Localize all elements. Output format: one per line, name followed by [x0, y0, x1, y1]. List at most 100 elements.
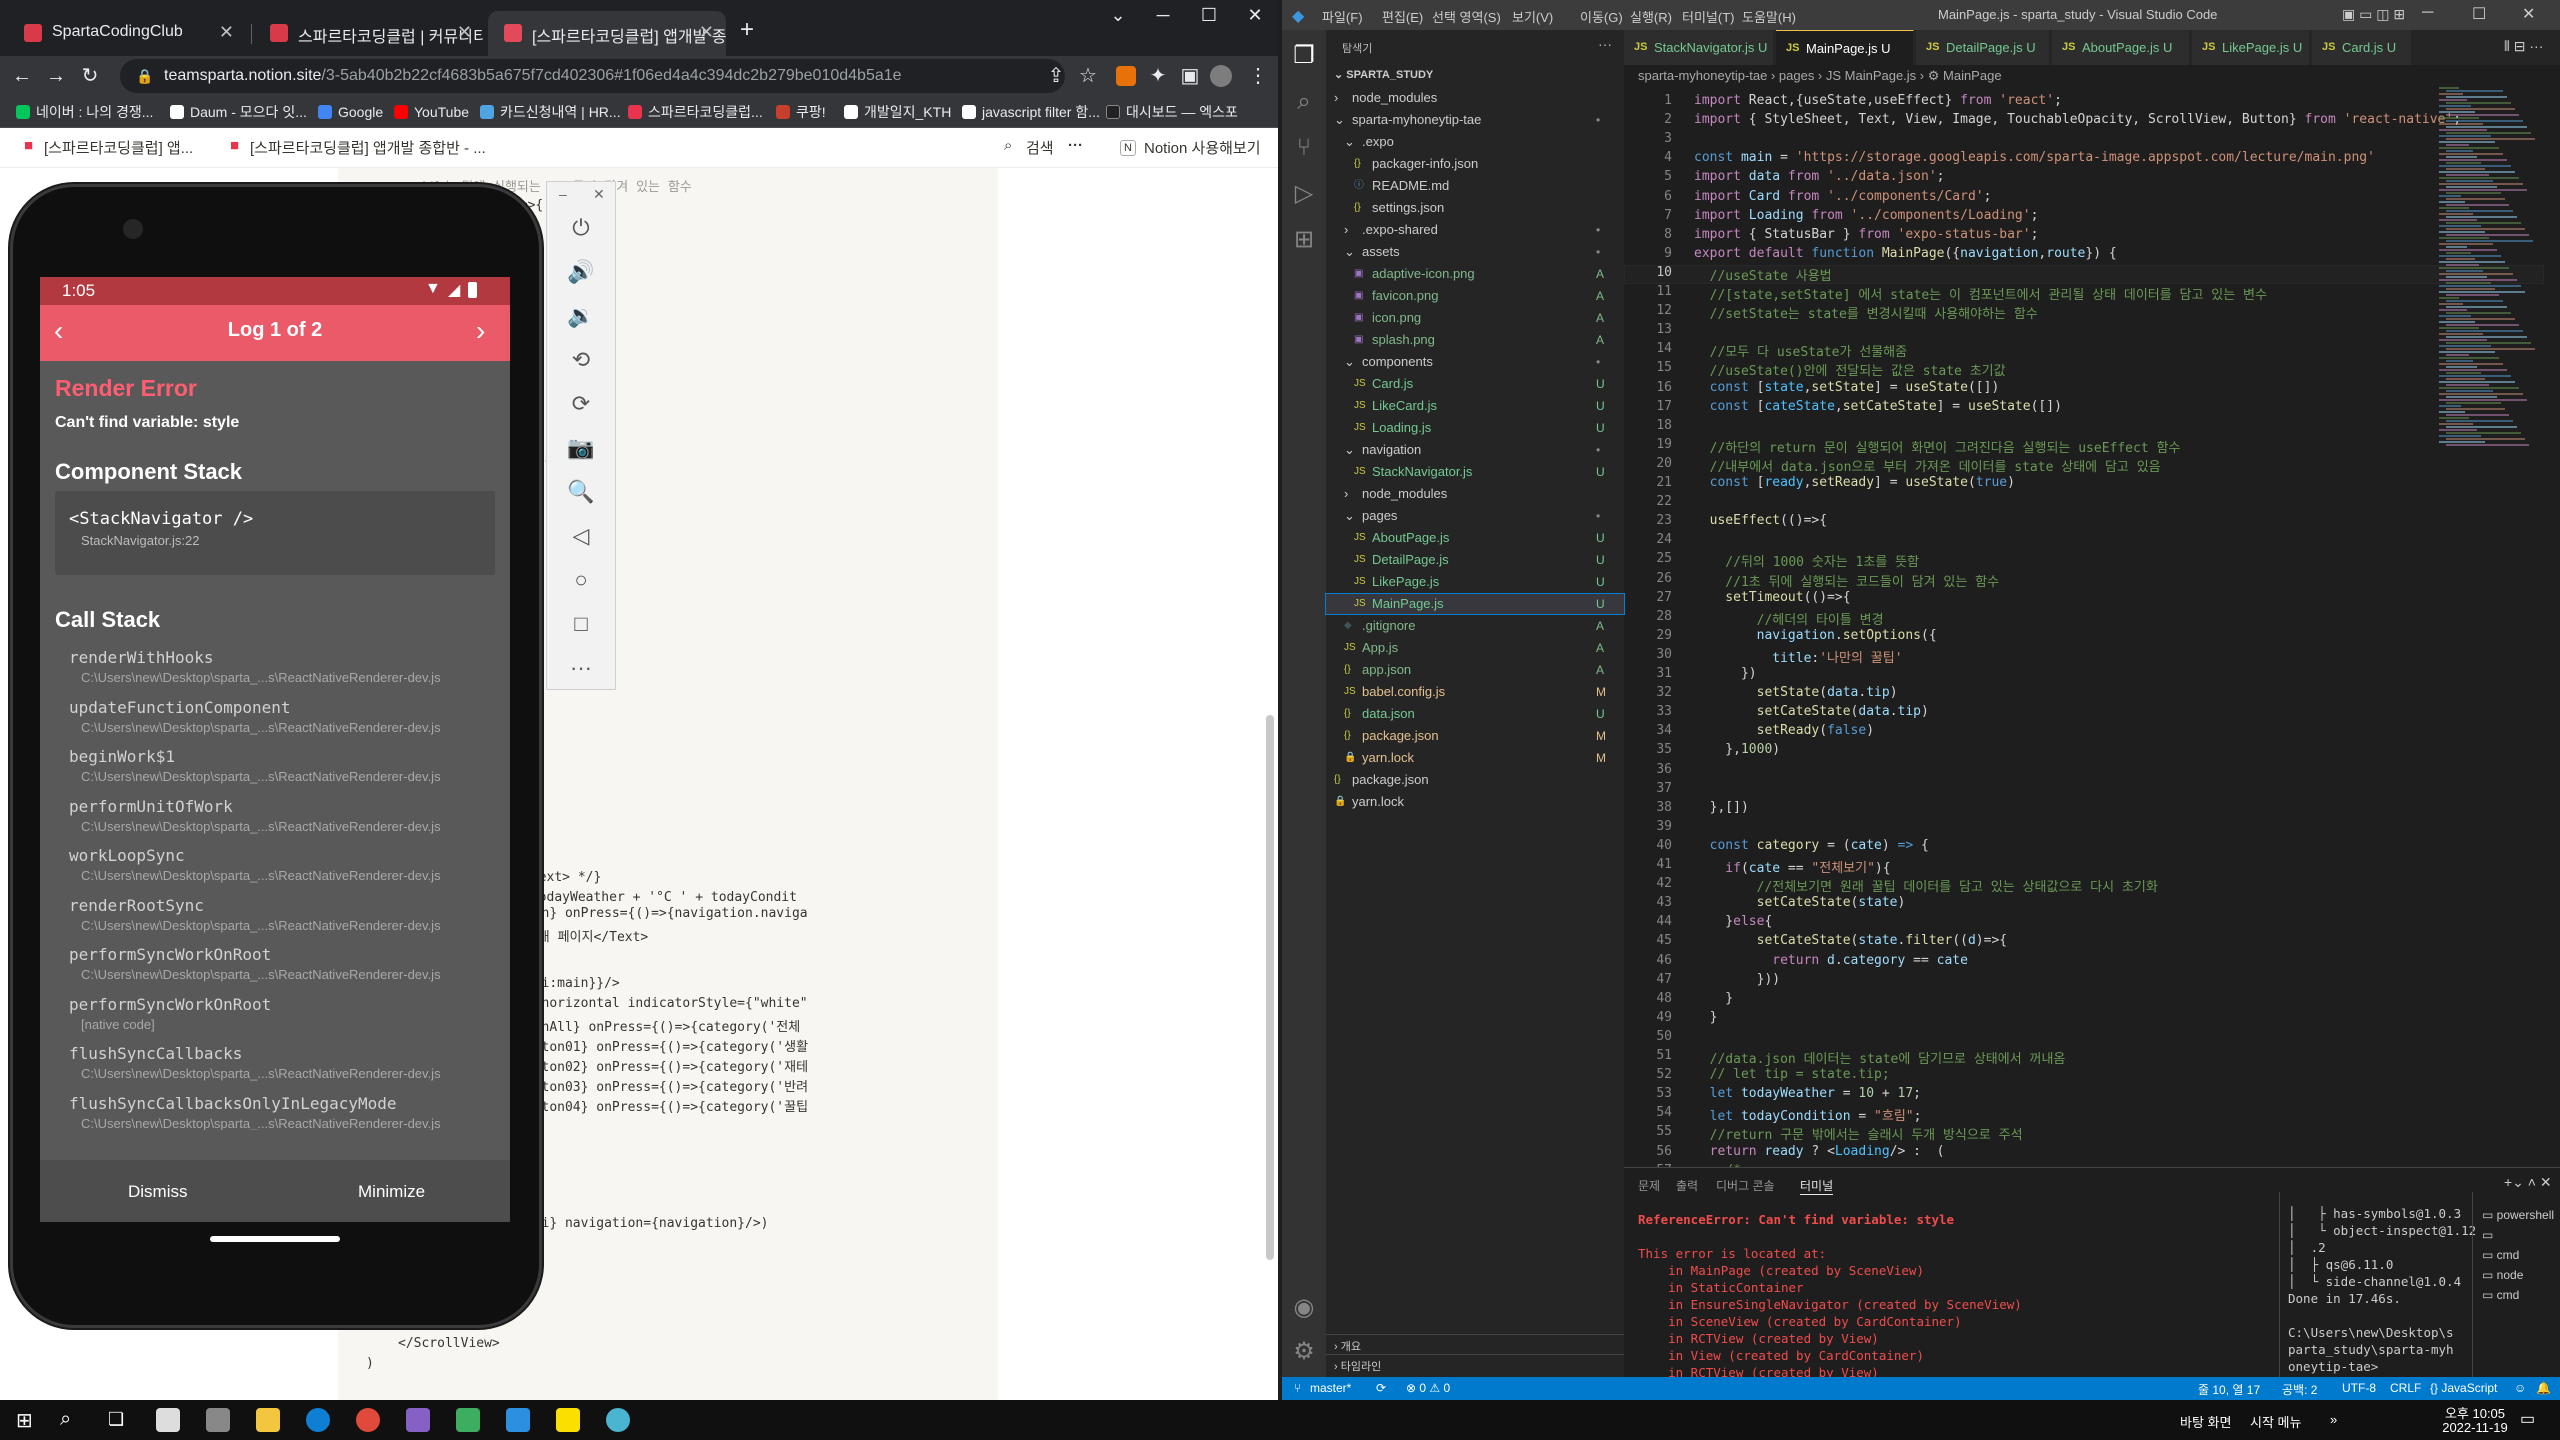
- bookmark-devlog[interactable]: 개발일지_KTH: [842, 100, 951, 124]
- settings-gear-icon[interactable]: ⚙: [1288, 1336, 1320, 1368]
- menu-item[interactable]: 파일(F): [1322, 7, 1363, 26]
- more-icon[interactable]: ···: [1068, 137, 1083, 154]
- tree-item[interactable]: {} data.json U: [1326, 704, 1624, 724]
- puzzle-extensions-icon[interactable]: ✦: [1144, 62, 1172, 90]
- notifications-icon[interactable]: 🔔: [2536, 1381, 2551, 1395]
- code-line[interactable]: const [ready,setReady] = useState(true): [1694, 475, 2015, 490]
- minimize-button[interactable]: Minimize: [358, 1182, 425, 1202]
- code-line[interactable]: let todayCondition = "흐림";: [1694, 1105, 1922, 1124]
- bookmark-coupang[interactable]: 쿠팡!: [774, 100, 826, 124]
- mail-icon[interactable]: [156, 1408, 180, 1432]
- code-line[interactable]: return d.category == cate: [1694, 953, 1968, 968]
- minimap[interactable]: [2439, 87, 2545, 467]
- code-line[interactable]: }): [1694, 666, 1757, 681]
- code-line[interactable]: //헤더의 타이틀 변경: [1694, 609, 1884, 628]
- terminal-list-item[interactable]: ▭ cmd: [2482, 1248, 2519, 1262]
- code-line[interactable]: import React,{useState,useEffect} from '…: [1694, 93, 2062, 108]
- edge-icon[interactable]: [306, 1408, 330, 1432]
- bookmark-naver[interactable]: 네이버 : 나의 경쟁...: [14, 100, 153, 124]
- code-line[interactable]: setReady(false): [1694, 723, 1874, 738]
- rotate-left-icon[interactable]: ⟲: [563, 342, 599, 378]
- workspace-header[interactable]: ⌄ SPARTA_STUDY: [1334, 68, 1433, 81]
- editor-tab[interactable]: JS StackNavigator.js U: [1624, 30, 1774, 65]
- desktop-toolbar[interactable]: 바탕 화면: [2180, 1412, 2231, 1431]
- code-line[interactable]: import Loading from '../components/Loadi…: [1694, 208, 2038, 223]
- code-line[interactable]: //모두 다 useState가 선물해줌: [1694, 341, 1907, 360]
- power-icon[interactable]: ⏻: [563, 210, 599, 246]
- panel-controls-icons[interactable]: +⌄ ˄ ✕: [2504, 1174, 2552, 1191]
- menu-item[interactable]: 도움말(H): [1742, 7, 1796, 26]
- menu-item[interactable]: 편집(E): [1382, 7, 1423, 26]
- menu-item[interactable]: 실행(R): [1630, 7, 1672, 26]
- search-icon[interactable]: ⌕: [60, 1408, 71, 1431]
- share-icon[interactable]: ⇪: [1042, 62, 1070, 90]
- reload-icon[interactable]: ↻: [76, 62, 104, 90]
- close-window-icon[interactable]: ✕: [2522, 4, 2535, 24]
- emulator-taskbar-icon[interactable]: [606, 1408, 630, 1432]
- code-line[interactable]: const category = (cate) => {: [1694, 838, 1929, 853]
- cursor-position[interactable]: 줄 10, 열 17: [2198, 1381, 2260, 1398]
- code-line[interactable]: //하단의 return 문이 실행되어 화면이 그려진다음 실행되는 useE…: [1694, 437, 2181, 456]
- forward-icon[interactable]: →: [42, 62, 70, 90]
- call-stack-list[interactable]: renderWithHooks C:\Users\new\Desktop\spar…: [55, 640, 495, 1130]
- bookmark-card[interactable]: 카드신청내역 | HR...: [478, 100, 621, 124]
- maximize-icon[interactable]: ☐: [1186, 0, 1232, 30]
- code-line[interactable]: navigation.setOptions({: [1694, 628, 1937, 643]
- browser-tab-1[interactable]: SpartaCodingClub ✕: [8, 11, 246, 56]
- language-mode[interactable]: {} JavaScript: [2430, 1381, 2497, 1395]
- volume-down-icon[interactable]: 🔉: [563, 298, 599, 334]
- code-line[interactable]: //data.json 데이터는 state에 담기므로 상태에서 꺼내옴: [1694, 1048, 2066, 1067]
- android-studio-icon[interactable]: [456, 1408, 480, 1432]
- tree-item[interactable]: {} package.json M: [1326, 726, 1624, 746]
- tree-item[interactable]: ⌄ components •: [1326, 352, 1624, 372]
- code-line[interactable]: //내부에서 data.json으로 부터 가져온 데이터를 state 상태에…: [1694, 456, 2161, 475]
- tree-item[interactable]: ▣ favicon.png A: [1326, 286, 1624, 306]
- tree-item[interactable]: JS StackNavigator.js U: [1326, 462, 1624, 482]
- account-icon[interactable]: ◉: [1288, 1292, 1320, 1324]
- line-ending[interactable]: CRLF: [2390, 1381, 2421, 1395]
- tree-item[interactable]: ⌄ assets •: [1326, 242, 1624, 262]
- tab-search-icon[interactable]: ⌄: [1095, 0, 1141, 30]
- camera-icon[interactable]: 📷: [563, 430, 599, 466]
- layout-toggle-icons[interactable]: ▣ ▭ ◫ ⊞: [2342, 6, 2405, 23]
- bookmark-google[interactable]: Google: [316, 100, 383, 124]
- visual-studio-icon[interactable]: [406, 1408, 430, 1432]
- bookmark-youtube[interactable]: YouTube: [392, 100, 469, 124]
- bookmark-expo[interactable]: 대시보드 — 엑스포: [1104, 100, 1238, 124]
- menu-item[interactable]: 선택 영역(S): [1432, 7, 1501, 26]
- file-explorer-icon[interactable]: [256, 1408, 280, 1432]
- tree-item[interactable]: ⓘ README.md: [1326, 176, 1624, 196]
- code-line[interactable]: },1000): [1694, 742, 1780, 757]
- kakaotalk-icon[interactable]: [556, 1408, 580, 1432]
- call-stack-item[interactable]: performSyncWorkOnRoot [native code]: [55, 987, 495, 1036]
- menu-item[interactable]: 이동(G): [1580, 7, 1623, 26]
- search-icon[interactable]: ⌕: [1004, 137, 1012, 154]
- call-stack-item[interactable]: beginWork$1 C:\Users\new\Desktop\sparta_.…: [55, 739, 495, 788]
- call-stack-item[interactable]: flushSyncCallbacksOnlyInLegacyMode C:\Use…: [55, 1086, 495, 1131]
- code-line[interactable]: import data from '../data.json';: [1694, 169, 1944, 184]
- minimize-icon[interactable]: ─: [2422, 4, 2433, 22]
- search-icon[interactable]: ⌕: [1288, 86, 1320, 118]
- extension-icon[interactable]: [1116, 66, 1136, 86]
- code-line[interactable]: setCateState(state): [1694, 895, 1906, 910]
- terminal-list-item[interactable]: ▭ cmd: [2482, 1288, 2519, 1302]
- code-line[interactable]: //1초 뒤에 실행되는 코드들이 담겨 있는 함수: [1694, 571, 1999, 590]
- tree-item[interactable]: ⌄ pages •: [1326, 506, 1624, 526]
- code-line[interactable]: })): [1694, 972, 1780, 987]
- windows-start-icon[interactable]: ⊞: [16, 1408, 33, 1433]
- tree-item[interactable]: 🔒 yarn.lock M: [1326, 748, 1624, 768]
- minimize-icon[interactable]: ─: [1140, 0, 1186, 30]
- call-stack-item[interactable]: renderRootSync C:\Users\new\Desktop\spart…: [55, 888, 495, 937]
- start-menu-toolbar[interactable]: 시작 메뉴: [2250, 1412, 2301, 1431]
- extensions-icon[interactable]: ⊞: [1288, 224, 1320, 256]
- code-line[interactable]: //useState 사용법: [1694, 265, 1832, 284]
- panel-tab[interactable]: 문제: [1638, 1177, 1660, 1194]
- tree-item[interactable]: ▣ icon.png A: [1326, 308, 1624, 328]
- indentation[interactable]: 공백: 2: [2282, 1381, 2317, 1398]
- notion-search-button[interactable]: 검색: [1026, 137, 1054, 158]
- code-line[interactable]: const main = 'https://storage.googleapis…: [1694, 150, 2375, 165]
- rotate-right-icon[interactable]: ⟳: [563, 386, 599, 422]
- dismiss-button[interactable]: Dismiss: [128, 1182, 188, 1202]
- code-line[interactable]: //return 구문 밖에서는 슬래시 두개 방식으로 주석: [1694, 1124, 2023, 1143]
- sidepanel-icon[interactable]: ▣: [1176, 62, 1204, 90]
